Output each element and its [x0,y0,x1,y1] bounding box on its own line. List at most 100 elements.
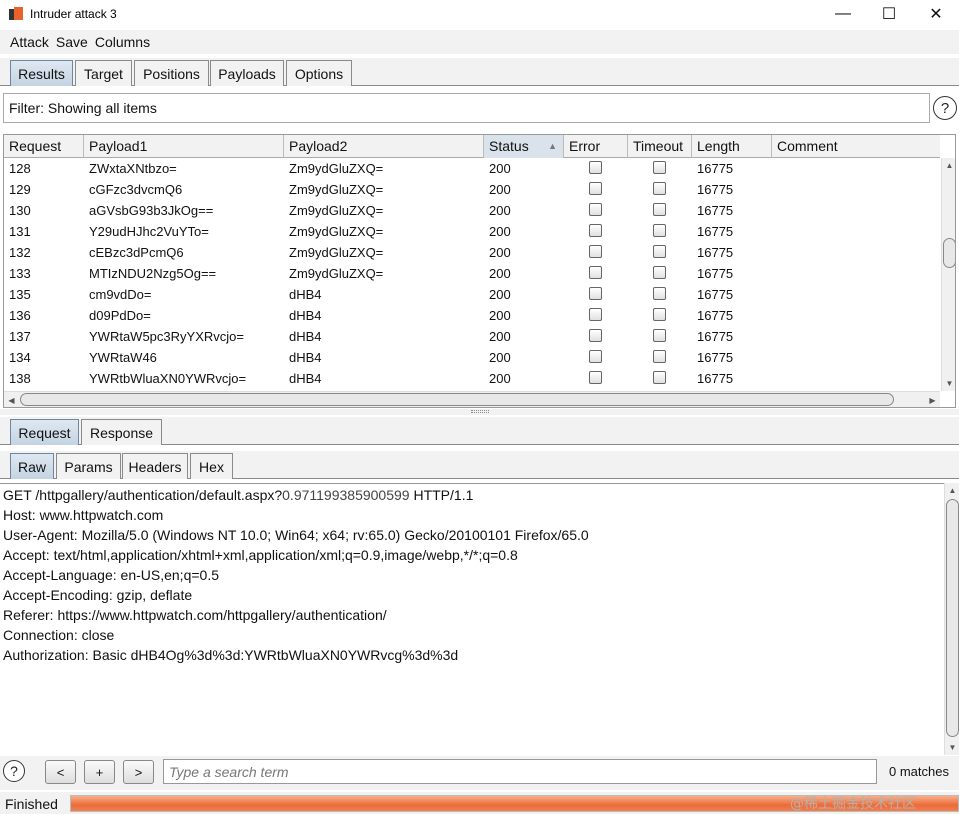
scroll-down-arrow-icon[interactable]: ▼ [942,376,955,391]
request-line: GET /httpgallery/authentication/default.… [3,485,473,505]
cell-payload2: Zm9ydGluZXQ= [289,203,384,218]
table-row[interactable]: 131 Y29udHJhc2VuYTo= Zm9ydGluZXQ= 200 16775 [4,221,940,242]
cell-payload2: Zm9ydGluZXQ= [289,161,384,176]
table-row[interactable]: 128 ZWxtaXNtbzo= Zm9ydGluZXQ= 200 16775 [4,158,940,179]
cell-payload2: dHB4 [289,308,322,323]
filter-bar[interactable]: Filter: Showing all items [3,93,930,123]
tab-options[interactable]: Options [286,60,352,86]
table-row[interactable]: 136 d09PdDo= dHB4 200 16775 [4,305,940,326]
column-header-error[interactable]: Error [564,135,628,158]
timeout-checkbox [653,329,666,342]
cell-status: 200 [489,224,511,239]
scroll-down-arrow-icon[interactable]: ▼ [945,740,959,755]
scroll-left-arrow-icon[interactable]: ◀ [4,392,19,407]
column-header-comment[interactable]: Comment [772,135,940,158]
filter-text: Filter: Showing all items [9,100,157,116]
table-row[interactable]: 132 cEBzc3dPcmQ6 Zm9ydGluZXQ= 200 16775 [4,242,940,263]
tab-target[interactable]: Target [75,60,132,86]
cell-payload1: Y29udHJhc2VuYTo= [89,224,209,239]
table-horizontal-scroll-thumb[interactable] [20,393,894,406]
splitter-grip-icon[interactable] [471,410,489,413]
column-header-status[interactable]: Status ▲ [484,135,564,158]
header-accept-language: Accept-Language: en-US,en;q=0.5 [3,567,219,583]
minimize-button[interactable]: — [820,0,866,28]
request-vertical-scroll-thumb[interactable] [946,499,959,737]
column-header-payload1[interactable]: Payload1 [84,135,284,158]
tab-request[interactable]: Request [10,419,79,445]
cell-status: 200 [489,329,511,344]
table-row[interactable]: 133 MTIzNDU2Nzg5Og== Zm9ydGluZXQ= 200 16775 [4,263,940,284]
pane-splitter[interactable] [0,409,959,415]
header-connection: Connection: close [3,627,115,643]
tab-positions[interactable]: Positions [134,60,209,86]
next-match-button[interactable]: > [123,760,154,784]
watermark: @稀土掘金技术社区 [790,796,916,812]
search-help-icon[interactable]: ? [3,760,25,782]
request-editor[interactable]: GET /httpgallery/authentication/default.… [0,483,944,755]
close-button[interactable]: ✕ [913,0,959,28]
cell-request: 135 [9,287,31,302]
menu-bar: Attack Save Columns [0,30,959,54]
scroll-up-arrow-icon[interactable]: ▲ [942,158,955,173]
cell-status: 200 [489,287,511,302]
detail-tab-bar: Request Response [0,417,959,445]
scroll-right-arrow-icon[interactable]: ▶ [925,392,940,407]
search-bar: ? < + > 0 matches [0,756,959,790]
menu-save[interactable]: Save [56,34,88,50]
header-user-agent: User-Agent: Mozilla/5.0 (Windows NT 10.0… [3,527,589,543]
header-accept: Accept: text/html,application/xhtml+xml,… [3,547,518,563]
maximize-button[interactable]: ☐ [866,0,912,28]
tab-headers[interactable]: Headers [122,453,188,479]
sort-ascending-icon: ▲ [548,141,557,151]
tab-results[interactable]: Results [10,60,73,86]
column-header-timeout[interactable]: Timeout [628,135,692,158]
help-icon[interactable]: ? [933,96,957,120]
cell-payload2: Zm9ydGluZXQ= [289,224,384,239]
timeout-checkbox [653,350,666,363]
column-header-status-label: Status [489,138,529,154]
cell-request: 138 [9,371,31,386]
tab-params[interactable]: Params [56,453,121,479]
cell-payload1: cEBzc3dPcmQ6 [89,245,184,260]
table-row[interactable]: 135 cm9vdDo= dHB4 200 16775 [4,284,940,305]
add-search-button[interactable]: + [84,760,115,784]
table-row[interactable]: 134 YWRtaW46 dHB4 200 16775 [4,347,940,368]
cell-length: 16775 [697,245,734,260]
cell-request: 136 [9,308,31,323]
timeout-checkbox [653,371,666,384]
timeout-checkbox [653,266,666,279]
tab-response[interactable]: Response [81,419,162,445]
request-vertical-scrollbar[interactable]: ▲ ▼ [944,483,959,755]
menu-attack[interactable]: Attack [10,34,49,50]
cell-payload2: dHB4 [289,329,322,344]
scroll-up-arrow-icon[interactable]: ▲ [945,483,959,498]
table-row[interactable]: 129 cGFzc3dvcmQ6 Zm9ydGluZXQ= 200 16775 [4,179,940,200]
table-vertical-scroll-thumb[interactable] [943,238,955,268]
column-header-payload2[interactable]: Payload2 [284,135,484,158]
table-vertical-scrollbar[interactable]: ▲ ▼ [941,158,955,391]
previous-match-button[interactable]: < [45,760,76,784]
error-checkbox [589,287,602,300]
tab-raw[interactable]: Raw [10,453,54,479]
cell-request: 133 [9,266,31,281]
cell-length: 16775 [697,308,734,323]
table-row[interactable]: 137 YWRtaW5pc3RyYXRvcjo= dHB4 200 16775 [4,326,940,347]
match-count: 0 matches [889,764,949,779]
table-horizontal-scrollbar[interactable]: ◀ ▶ [4,391,940,407]
cell-payload1: YWRtaW46 [89,350,157,365]
table-row[interactable]: 138 YWRtbWluaXN0YWRvcjo= dHB4 200 16775 [4,368,940,389]
search-input[interactable] [163,759,877,784]
timeout-checkbox [653,182,666,195]
main-tab-bar: Results Target Positions Payloads Option… [0,58,959,86]
cell-request: 134 [9,350,31,365]
tab-hex[interactable]: Hex [190,453,233,479]
table-row[interactable]: 130 aGVsbG93b3JkOg== Zm9ydGluZXQ= 200 16775 [4,200,940,221]
cell-payload1: cGFzc3dvcmQ6 [89,182,183,197]
tab-payloads[interactable]: Payloads [210,60,284,86]
column-header-length[interactable]: Length [692,135,772,158]
cell-length: 16775 [697,161,734,176]
column-header-request[interactable]: Request [4,135,84,158]
menu-columns[interactable]: Columns [95,34,150,50]
window-title: Intruder attack 3 [30,7,117,21]
cell-status: 200 [489,161,511,176]
